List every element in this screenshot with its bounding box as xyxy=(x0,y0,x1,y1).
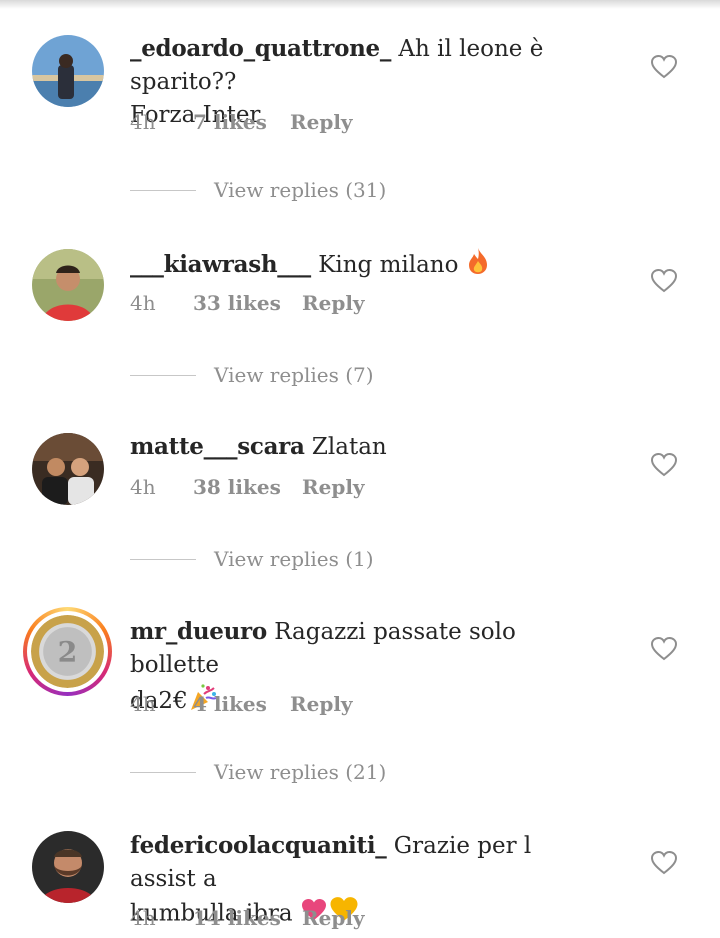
view-replies-label: View replies (1) xyxy=(214,547,374,571)
replies-divider xyxy=(130,189,196,191)
comment-meta: 4h 33 likes Reply xyxy=(130,291,365,315)
view-replies-button[interactable]: View replies (1) xyxy=(130,544,374,574)
comment-username[interactable]: federicoolacquaniti_ xyxy=(130,832,387,859)
view-replies-label: View replies (21) xyxy=(214,760,387,784)
replies-divider xyxy=(130,771,196,773)
heart-outline-icon[interactable] xyxy=(651,55,677,79)
reply-button[interactable]: Reply xyxy=(290,110,353,134)
comment-meta: 4h 4 likes Reply xyxy=(130,692,353,716)
comment-username[interactable]: mr_dueuro xyxy=(130,618,267,645)
heart-outline-icon[interactable] xyxy=(651,453,677,477)
comment-likes[interactable]: 4 likes xyxy=(193,692,290,716)
comment-username[interactable]: matte___scara xyxy=(130,433,305,460)
reply-button[interactable]: Reply xyxy=(302,291,365,315)
top-divider xyxy=(0,0,720,9)
view-replies-button[interactable]: View replies (31) xyxy=(130,175,386,205)
view-replies-label: View replies (7) xyxy=(214,363,374,387)
comment-time: 4h xyxy=(130,110,156,134)
comment-meta: 4h 7 likes Reply xyxy=(130,110,353,134)
comment-time: 4h xyxy=(130,475,156,499)
comment-text: matte___scara Zlatan xyxy=(130,430,560,464)
replies-divider xyxy=(130,374,196,376)
replies-divider xyxy=(130,558,196,560)
reply-button[interactable]: Reply xyxy=(302,475,365,499)
view-replies-button[interactable]: View replies (21) xyxy=(130,757,386,787)
fire-emoji xyxy=(466,247,490,285)
comment-meta: 4h 38 likes Reply xyxy=(130,475,365,499)
heart-outline-icon[interactable] xyxy=(651,269,677,293)
comment-username[interactable]: ___kiawrash___ xyxy=(130,251,311,278)
avatar[interactable] xyxy=(32,35,104,107)
view-replies-button[interactable]: View replies (7) xyxy=(130,360,374,390)
comment-body: Zlatan xyxy=(311,434,387,460)
reply-button[interactable]: Reply xyxy=(290,692,353,716)
coin-avatar: 2 xyxy=(31,615,104,688)
comment-body: King milano xyxy=(318,252,459,278)
comment-likes[interactable]: 7 likes xyxy=(193,110,290,134)
comment-time: 4h xyxy=(130,291,156,315)
svg-text:2: 2 xyxy=(58,635,78,669)
heart-outline-icon[interactable] xyxy=(651,851,677,875)
reply-button[interactable]: Reply xyxy=(302,906,365,930)
comment-likes[interactable]: 38 likes xyxy=(193,475,302,499)
comment-time: 4h xyxy=(130,692,156,716)
view-replies-label: View replies (31) xyxy=(214,178,387,202)
avatar[interactable] xyxy=(32,433,104,505)
story-ring-avatar[interactable]: 2 xyxy=(23,607,112,696)
heart-outline-icon[interactable] xyxy=(651,637,677,661)
avatar[interactable] xyxy=(32,831,104,903)
comment-time: 4h xyxy=(130,906,156,930)
comment-likes[interactable]: 14 likes xyxy=(193,906,302,930)
comment-username[interactable]: _edoardo_quattrone_ xyxy=(130,35,391,62)
avatar[interactable] xyxy=(32,249,104,321)
comment-likes[interactable]: 33 likes xyxy=(193,291,302,315)
comment-meta: 4h 14 likes Reply xyxy=(130,906,365,930)
comment-text: ___kiawrash___ King milano xyxy=(130,247,560,285)
